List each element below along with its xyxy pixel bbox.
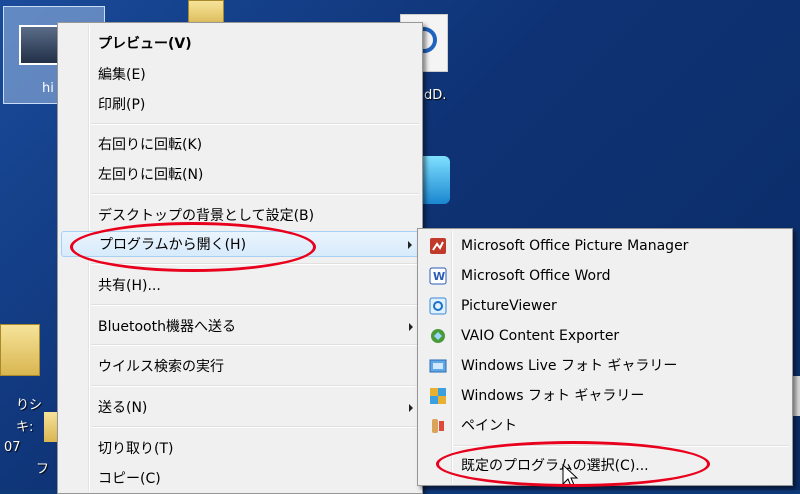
submenu-item-label: Windows Live フォト ギャラリー — [461, 358, 678, 374]
menu-item-edit[interactable]: 編集(E) — [61, 62, 419, 88]
menu-separator — [454, 445, 789, 447]
submenu-item-label: ペイント — [461, 418, 517, 434]
submenu-arrow-icon — [409, 404, 413, 412]
menu-separator — [91, 426, 419, 428]
menu-item-open-with[interactable]: プログラムから開く(H) — [61, 231, 419, 257]
menu-item-copy[interactable]: コピー(C) — [61, 466, 419, 492]
menu-item-rotate-counterclockwise[interactable]: 左回りに回転(N) — [61, 162, 419, 188]
menu-item-label: 切り取り(T) — [98, 441, 174, 457]
submenu-item-word[interactable]: W Microsoft Office Word — [421, 263, 789, 289]
submenu-item-label: Microsoft Office Word — [461, 268, 611, 284]
menu-item-label: 左回りに回転(N) — [98, 167, 204, 183]
menu-item-preview[interactable]: プレビュー(V) — [61, 31, 419, 57]
menu-item-label: 右回りに回転(K) — [98, 137, 203, 153]
submenu-item-label: Microsoft Office Picture Manager — [461, 238, 689, 254]
menu-item-label: 共有(H)... — [98, 278, 161, 294]
menu-item-cut[interactable]: 切り取り(T) — [61, 436, 419, 462]
menu-separator — [91, 263, 419, 265]
submenu-item-paint[interactable]: ペイント — [421, 413, 789, 439]
menu-item-virus-scan[interactable]: ウイルス検索の実行 — [61, 354, 419, 380]
svg-text:W: W — [433, 270, 445, 283]
image-file-label: hi — [42, 81, 54, 96]
pictureviewer-icon — [429, 297, 447, 315]
open-with-submenu: Microsoft Office Picture Manager W Micro… — [417, 228, 793, 486]
photo-gallery-icon — [429, 387, 447, 405]
desktop-label: フ — [36, 462, 50, 477]
submenu-item-vaio-exporter[interactable]: VAIO Content Exporter — [421, 323, 789, 349]
menu-item-print[interactable]: 印刷(P) — [61, 92, 419, 118]
desktop-label: りシ — [16, 398, 43, 413]
live-photo-gallery-icon — [429, 357, 447, 375]
menu-separator — [91, 344, 419, 346]
menu-separator — [91, 123, 419, 125]
shortcut-label: dD. — [424, 88, 447, 103]
menu-separator — [91, 385, 419, 387]
desktop-label: 07 — [4, 440, 21, 455]
submenu-item-label: PictureViewer — [461, 298, 557, 314]
menu-item-label: 印刷(P) — [98, 97, 146, 113]
menu-item-label: コピー(C) — [98, 471, 161, 487]
submenu-arrow-icon — [408, 241, 412, 249]
submenu-item-choose-default-program[interactable]: 既定のプログラムの選択(C)... — [421, 453, 789, 479]
submenu-item-label: VAIO Content Exporter — [461, 328, 620, 344]
menu-item-label: Bluetooth機器へ送る — [98, 319, 236, 335]
word-icon: W — [429, 267, 447, 285]
submenu-item-label: Windows フォト ギャラリー — [461, 388, 645, 404]
menu-item-label: 編集(E) — [98, 67, 146, 83]
menu-item-label: ウイルス検索の実行 — [98, 359, 224, 375]
menu-item-set-desktop-background[interactable]: デスクトップの背景として設定(B) — [61, 203, 419, 229]
desktop-label: キ: — [16, 420, 34, 435]
submenu-item-pictureviewer[interactable]: PictureViewer — [421, 293, 789, 319]
menu-item-label: プレビュー(V) — [98, 36, 192, 52]
context-menu: プレビュー(V) 編集(E) 印刷(P) 右回りに回転(K) 左回りに回転(N)… — [57, 22, 423, 494]
menu-item-label: デスクトップの背景として設定(B) — [98, 208, 315, 224]
submenu-item-live-photo-gallery[interactable]: Windows Live フォト ギャラリー — [421, 353, 789, 379]
submenu-item-label: 既定のプログラムの選択(C)... — [461, 458, 649, 474]
submenu-item-photo-gallery[interactable]: Windows フォト ギャラリー — [421, 383, 789, 409]
menu-item-share[interactable]: 共有(H)... — [61, 273, 419, 299]
menu-item-send-to[interactable]: 送る(N) — [61, 395, 419, 421]
menu-item-send-to-bluetooth[interactable]: Bluetooth機器へ送る — [61, 314, 419, 340]
menu-item-rotate-clockwise[interactable]: 右回りに回転(K) — [61, 132, 419, 158]
menu-item-label: プログラムから開く(H) — [99, 237, 247, 253]
menu-item-label: 送る(N) — [98, 400, 148, 416]
menu-separator — [91, 304, 419, 306]
menu-separator — [91, 193, 419, 195]
vaio-exporter-icon — [429, 327, 447, 345]
submenu-item-picture-manager[interactable]: Microsoft Office Picture Manager — [421, 233, 789, 259]
submenu-arrow-icon — [409, 323, 413, 331]
folder-icon-left[interactable] — [0, 324, 40, 376]
mouse-cursor-icon — [562, 464, 578, 487]
folder-icon-small[interactable] — [44, 412, 58, 442]
picture-manager-icon — [429, 237, 447, 255]
paint-icon — [429, 417, 447, 435]
